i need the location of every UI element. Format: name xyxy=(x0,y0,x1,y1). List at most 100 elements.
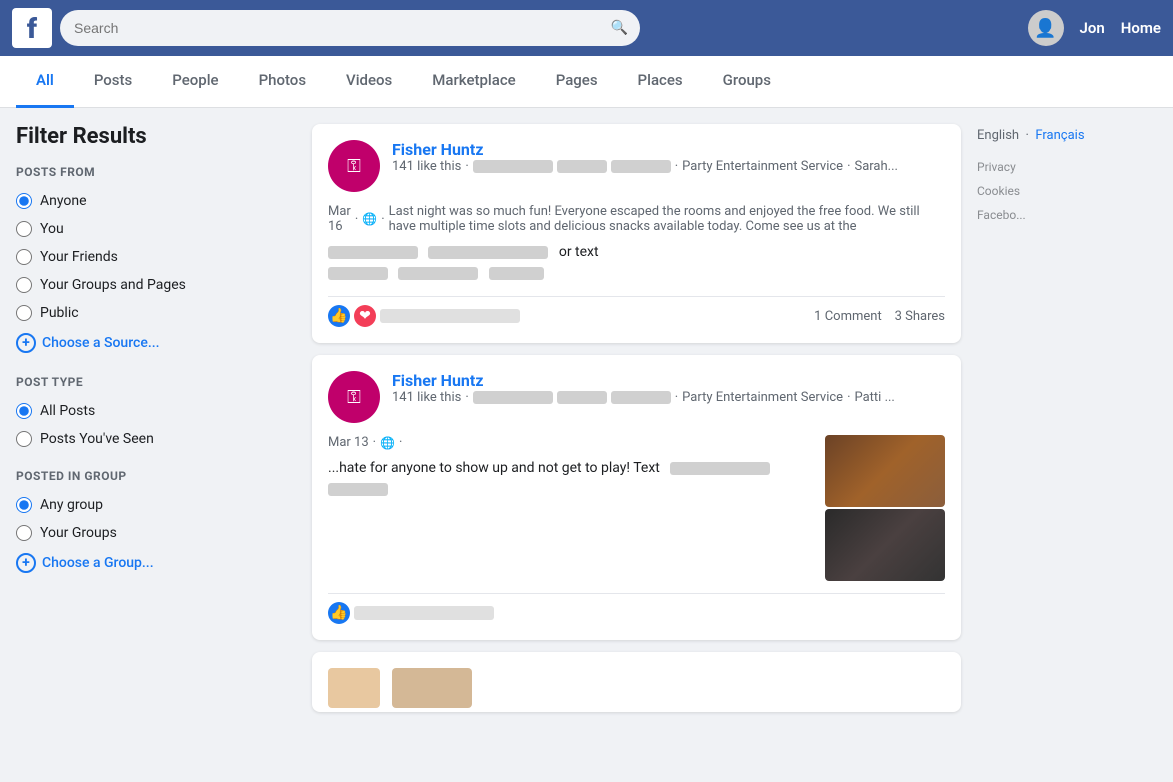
blurred-text-3a xyxy=(473,391,553,404)
post-avatar-icon-2: ⚿ xyxy=(333,376,375,418)
filter-sidebar: Filter Results POSTS FROM Anyone You You… xyxy=(16,124,296,712)
filter-you-label: You xyxy=(40,221,64,237)
post-stats-1: 1 Comment 3 Shares xyxy=(814,309,945,324)
post-likes-1: 141 like this xyxy=(392,159,461,174)
globe-icon-2: 🌐 xyxy=(380,436,395,450)
post-meta-line-1: 141 like this · · Party Entertainment Se… xyxy=(392,159,945,174)
tab-groups[interactable]: Groups xyxy=(703,56,791,108)
filter-groups-pages-radio[interactable] xyxy=(16,277,32,293)
filter-groups-pages[interactable]: Your Groups and Pages xyxy=(16,271,296,299)
choose-group-button[interactable]: + Choose a Group... xyxy=(16,547,296,579)
post-service-1: Party Entertainment Service xyxy=(682,159,843,174)
filter-all-posts[interactable]: All Posts xyxy=(16,397,296,425)
globe-icon-1: 🌐 xyxy=(362,212,377,226)
filter-anyone[interactable]: Anyone xyxy=(16,187,296,215)
blurred-text-2c xyxy=(328,267,388,280)
choose-group-label: Choose a Group... xyxy=(42,555,154,571)
filter-posts-seen-label: Posts You've Seen xyxy=(40,431,154,447)
filter-you-radio[interactable] xyxy=(16,221,32,237)
filter-public[interactable]: Public xyxy=(16,299,296,327)
filter-your-friends-label: Your Friends xyxy=(40,249,118,265)
filter-posts-seen-radio[interactable] xyxy=(16,431,32,447)
blurred-text-2e xyxy=(489,267,544,280)
blurred-text-2d xyxy=(398,267,478,280)
user-name[interactable]: Jon xyxy=(1080,19,1105,37)
post-avatar-icon-1: ⚿ xyxy=(333,145,375,187)
filter-all-posts-radio[interactable] xyxy=(16,403,32,419)
love-icon-1: ❤ xyxy=(354,305,376,327)
filter-any-group-label: Any group xyxy=(40,497,103,513)
post-service-2: Party Entertainment Service xyxy=(682,390,843,405)
filter-your-groups[interactable]: Your Groups xyxy=(16,519,296,547)
post-header-2: ⚿ Fisher Huntz 141 like this · · Party xyxy=(328,371,945,423)
language-current: English xyxy=(977,128,1019,143)
reaction-blurred-1 xyxy=(380,309,520,323)
tab-all[interactable]: All xyxy=(16,56,74,108)
filter-posts-seen[interactable]: Posts You've Seen xyxy=(16,425,296,453)
post-text-2: ...hate for anyone to show up and not ge… xyxy=(328,458,813,500)
filter-public-label: Public xyxy=(40,305,79,321)
tab-posts[interactable]: Posts xyxy=(74,56,152,108)
posted-in-group-label: POSTED IN GROUP xyxy=(16,469,296,483)
choose-source-button[interactable]: + Choose a Source... xyxy=(16,327,296,359)
filter-any-group-radio[interactable] xyxy=(16,497,32,513)
post-author-2[interactable]: Fisher Huntz xyxy=(392,371,483,390)
filter-your-friends[interactable]: Your Friends xyxy=(16,243,296,271)
reaction-blurred-2 xyxy=(354,606,494,620)
filter-anyone-radio[interactable] xyxy=(16,193,32,209)
filter-your-groups-radio[interactable] xyxy=(16,525,32,541)
post-image-2 xyxy=(825,509,945,581)
post-author-1[interactable]: Fisher Huntz xyxy=(392,140,483,159)
header-right: 👤 Jon Home xyxy=(1028,10,1161,46)
blurred-text-4b xyxy=(328,483,388,496)
filter-you[interactable]: You xyxy=(16,215,296,243)
post-likes-2: 141 like this xyxy=(392,390,461,405)
language-link[interactable]: Français xyxy=(1035,128,1084,143)
tab-photos[interactable]: Photos xyxy=(239,56,326,108)
post-date-2: Mar 13 · 🌐 · xyxy=(328,435,813,450)
filter-groups-pages-label: Your Groups and Pages xyxy=(40,277,186,293)
post-avatar-2: ⚿ xyxy=(328,371,380,423)
tab-places[interactable]: Places xyxy=(618,56,703,108)
filter-your-friends-radio[interactable] xyxy=(16,249,32,265)
plus-circle-icon: + xyxy=(16,333,36,353)
choose-source-label: Choose a Source... xyxy=(42,335,160,351)
post-partial-image-2 xyxy=(392,668,472,708)
footer-facebook: Facebo... xyxy=(977,203,1157,227)
filter-your-groups-label: Your Groups xyxy=(40,525,117,541)
tab-marketplace[interactable]: Marketplace xyxy=(412,56,535,108)
post-type-label: POST TYPE xyxy=(16,375,296,389)
post-meta-line-2: 141 like this · · Party Entertainment Se… xyxy=(392,390,945,405)
home-link[interactable]: Home xyxy=(1121,19,1161,37)
filter-public-radio[interactable] xyxy=(16,305,32,321)
post-avatar-1: ⚿ xyxy=(328,140,380,192)
post-card-2: ⚿ Fisher Huntz 141 like this · · Party xyxy=(312,355,961,640)
post-comments-1: 1 Comment xyxy=(814,309,882,324)
post-partial-header xyxy=(328,668,945,708)
posts-from-label: POSTS FROM xyxy=(16,165,296,179)
header: f 🔍 👤 Jon Home xyxy=(0,0,1173,56)
filter-title: Filter Results xyxy=(16,124,296,149)
tab-videos[interactable]: Videos xyxy=(326,56,412,108)
post-card-1: ⚿ Fisher Huntz 141 like this · · Party xyxy=(312,124,961,343)
tab-pages[interactable]: Pages xyxy=(536,56,618,108)
tab-people[interactable]: People xyxy=(152,56,238,108)
blurred-text-1a xyxy=(473,160,553,173)
post-text-1: or text xyxy=(328,242,945,284)
language-section: English · Français xyxy=(977,124,1157,147)
blurred-text-3b xyxy=(557,391,607,404)
post-header-1: ⚿ Fisher Huntz 141 like this · · Party xyxy=(328,140,945,192)
post-shares-1: 3 Shares xyxy=(895,309,945,324)
footer-cookies: Cookies xyxy=(977,179,1157,203)
search-input[interactable] xyxy=(60,10,640,46)
post-tagged-2: Patti ... xyxy=(854,390,894,405)
like-icon-2: 👍 xyxy=(328,602,350,624)
blurred-text-1c xyxy=(611,160,671,173)
facebook-logo[interactable]: f xyxy=(12,8,52,48)
content-area: ⚿ Fisher Huntz 141 like this · · Party xyxy=(312,124,961,712)
filter-any-group[interactable]: Any group xyxy=(16,491,296,519)
blurred-text-2b xyxy=(428,246,548,259)
avatar[interactable]: 👤 xyxy=(1028,10,1064,46)
post-image-1 xyxy=(825,435,945,507)
footer-privacy: Privacy xyxy=(977,155,1157,179)
